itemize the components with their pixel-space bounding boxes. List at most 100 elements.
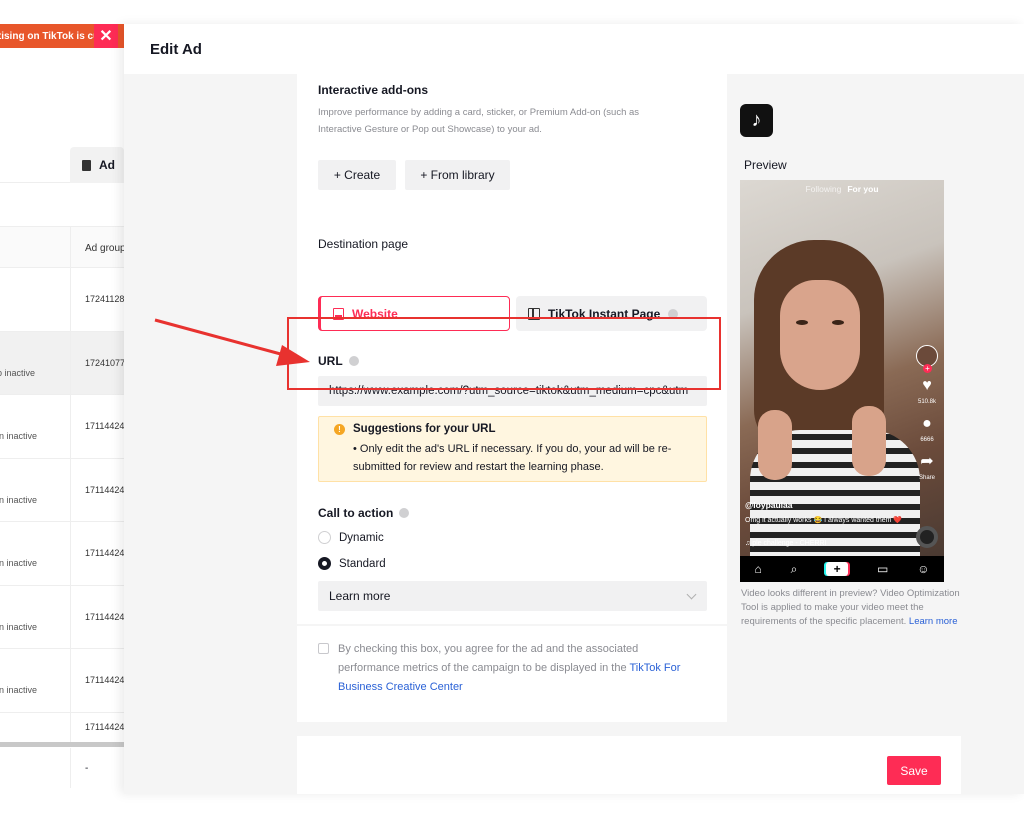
profile-icon: ☺	[917, 562, 930, 576]
home-icon: ⌂	[754, 562, 762, 576]
url-suggestions-box: ! Suggestions for your URL • Only edit t…	[318, 416, 707, 482]
preview-label: Preview	[744, 158, 787, 172]
consent-section: By checking this box, you agree for the …	[297, 626, 727, 722]
radio-button-selected[interactable]	[318, 557, 331, 570]
row-substatus: ign inactive	[0, 685, 38, 696]
radio-standard[interactable]: Standard	[318, 557, 386, 570]
create-addon-button[interactable]: + Create	[318, 160, 396, 190]
cta-dropdown[interactable]: Learn more	[318, 581, 707, 611]
video-caption: Omg it actually works 😂 I always wanted …	[745, 517, 903, 524]
row-status: e	[0, 475, 37, 485]
video-subject-hand	[852, 406, 886, 476]
video-subject-eye	[832, 320, 844, 325]
row-substatus: ign inactive	[0, 558, 38, 569]
row-substatus: ign inactive	[0, 494, 38, 505]
row-id: 17241077	[70, 331, 125, 394]
video-subject-face	[780, 280, 860, 390]
table-row[interactable]: e ign inactive 17114424	[0, 585, 124, 649]
row-substatus: ign inactive	[0, 621, 38, 632]
drawer-header: Edit Ad	[124, 24, 1024, 74]
phone-preview: Following For you ♥ 510.8k ● 6666 ➦ Share…	[740, 180, 944, 582]
inbox-icon: ▭	[877, 562, 889, 576]
action-column: ♥ 510.8k ● 6666 ➦ Share	[914, 345, 940, 481]
video-sound: ♫ ple challenge - CHERRI	[745, 540, 827, 547]
heart-icon: ♥	[922, 377, 932, 394]
radio-dynamic-label: Dynamic	[339, 531, 384, 544]
search-icon: ⌕	[790, 561, 798, 576]
row-status: e	[0, 411, 37, 421]
row-id: 17114424	[70, 522, 124, 585]
likes-count: 510.8k	[917, 399, 936, 405]
warning-icon: !	[334, 424, 345, 435]
video-username: @loypaulaa	[745, 500, 793, 510]
destination-title: Destination page	[318, 237, 409, 251]
addons-title: Interactive add-ons	[318, 83, 429, 97]
phone-nav-bar: ⌂ ⌕ + ▭ ☺	[740, 556, 944, 582]
comments-count: 6666	[920, 437, 934, 443]
chevron-down-icon	[686, 589, 697, 600]
row-substatus: ign inactive	[0, 431, 38, 442]
cta-selected-value: Learn more	[329, 589, 391, 603]
addons-desc-line: Improve performance by adding a card, st…	[318, 107, 640, 118]
music-disc-icon	[916, 526, 938, 548]
row-id: 17114424	[70, 585, 124, 648]
cta-title: Call to action	[318, 506, 394, 520]
creator-avatar	[916, 345, 938, 373]
table-row[interactable]: e up inactive 17241077	[0, 331, 125, 395]
row-id: 17114424	[70, 395, 124, 458]
row-status: e	[0, 602, 37, 612]
for-you-tab: For you	[847, 184, 879, 194]
suggestions-title: Suggestions for your URL	[353, 423, 496, 435]
table-row[interactable]: e ign inactive 17114424	[0, 395, 124, 459]
row-status: e	[0, 538, 37, 548]
consent-checkbox[interactable]	[318, 643, 329, 654]
info-icon[interactable]	[399, 508, 410, 518]
share-label: Share	[918, 475, 935, 481]
share-icon: ➦	[920, 453, 934, 470]
save-button[interactable]: Save	[887, 756, 941, 785]
summary-value: -	[70, 748, 88, 788]
notice-banner: rtising on TikTok is cur ✕	[0, 24, 124, 48]
addons-desc-line: Interactive Gesture or Pop out Showcase)…	[318, 124, 542, 135]
table-row[interactable]: e17114424	[0, 712, 124, 743]
table-row[interactable]: e17241128	[0, 268, 124, 332]
table-row[interactable]: e ign inactive 17114424	[0, 522, 124, 586]
background-tabs: Ad	[0, 147, 124, 183]
table-row[interactable]: e ign inactive 17114424	[0, 458, 124, 522]
preview-note: Video looks different in preview? Video …	[741, 587, 961, 629]
drawer-footer: Save	[297, 736, 961, 794]
tab-ad[interactable]: Ad	[70, 147, 124, 183]
create-plus-icon: +	[826, 562, 849, 576]
comment-icon: ●	[922, 415, 932, 432]
table-row[interactable]: e ign inactive 17114424	[0, 649, 124, 713]
consent-body: By checking this box, you agree for the …	[338, 643, 639, 674]
following-tab: Following	[805, 184, 842, 194]
from-library-button[interactable]: + From library	[405, 160, 510, 190]
row-id: 17114424	[70, 458, 124, 521]
feed-tabs: Following For you	[740, 184, 944, 194]
tab-ad-label: Ad	[99, 158, 115, 172]
radio-button[interactable]	[318, 531, 331, 544]
consent-text: By checking this box, you agree for the …	[338, 640, 703, 697]
table-header: Ad group	[0, 226, 126, 269]
row-id: 17114424	[70, 712, 124, 742]
table-summary-row: -	[0, 748, 124, 788]
close-icon[interactable]: ✕	[94, 24, 118, 48]
radio-standard-label: Standard	[339, 557, 386, 570]
destination-section: Destination page Website TikTok Instant …	[297, 214, 727, 624]
row-id: 17241128	[70, 268, 124, 331]
cta-label: Call to action	[318, 506, 410, 520]
background-table: Ad group e17241128 eup inactive17241077 …	[0, 226, 126, 743]
learn-more-link[interactable]: Learn more	[909, 616, 958, 627]
video-subject-eye	[796, 320, 808, 325]
ad-icon	[82, 159, 91, 171]
banner-text: rtising on TikTok is cur	[0, 30, 94, 42]
addons-description: Improve performance by adding a card, st…	[318, 104, 718, 138]
video-subject-hand	[758, 410, 792, 480]
row-status: e	[0, 665, 37, 675]
horizontal-scrollbar[interactable]	[0, 742, 124, 747]
suggestions-body: • Only edit the ad's URL if necessary. I…	[353, 443, 672, 473]
preview-panel: ♪ Preview Following For you ♥ 510.8k ● 66…	[727, 74, 972, 722]
radio-dynamic[interactable]: Dynamic	[318, 531, 384, 544]
row-substatus: up inactive	[0, 367, 36, 378]
